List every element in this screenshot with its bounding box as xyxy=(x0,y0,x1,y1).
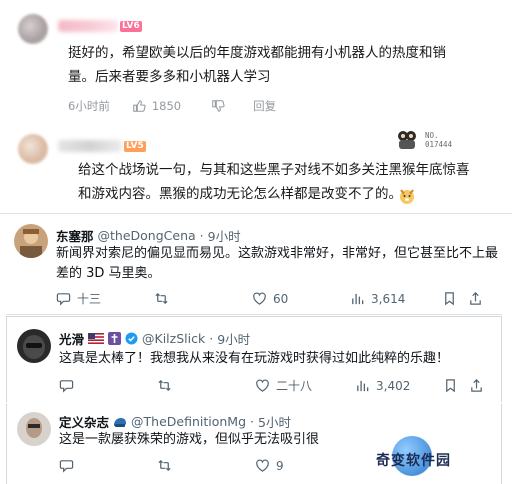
tweet-text: 这真是太棒了！我想我从来没有在玩游戏时获得过如此纯粹的乐趣！ xyxy=(59,349,499,369)
retweet-icon xyxy=(155,292,168,305)
comment-line: 给这个战场说一句，与其和这些黑子对线不如多关注黑猴年底惊喜 xyxy=(78,162,470,178)
avatar-image xyxy=(17,412,51,446)
like-count: 1850 xyxy=(151,99,182,113)
tweet-time[interactable]: 5小时 xyxy=(258,412,291,431)
tweet-time[interactable]: 9小时 xyxy=(208,226,241,245)
bili-comment-1: LV6 挺好的，希望欧美以后的年度游戏都能拥有小机器人的热度和销 量。后来者要多… xyxy=(0,0,512,122)
heart-icon xyxy=(253,292,266,305)
tweet-line: 这是一款屡获殊荣的游戏，但似乎无法吸引很 xyxy=(59,432,320,447)
display-name[interactable]: 东塞那 xyxy=(56,226,94,245)
retweet-button[interactable] xyxy=(154,291,252,306)
user-handle[interactable]: @theDongCena xyxy=(98,228,196,243)
verified-icon xyxy=(125,332,138,345)
level-badge: LV5 xyxy=(124,141,146,152)
like-button[interactable]: 9 xyxy=(255,458,315,473)
comment-meta: 6小时前 1850 回复 xyxy=(68,98,276,114)
tweet-actions: 十三 60 3,614 xyxy=(56,290,498,307)
tweet-1[interactable]: 东塞那 @theDongCena · 9小时 新闻界对索尼的偏见显而易见。这款游… xyxy=(6,214,502,315)
watermark-text: 奇变软件园 xyxy=(376,453,451,469)
like-count: 60 xyxy=(273,291,289,306)
reply-button[interactable] xyxy=(59,458,157,473)
like-button[interactable]: 60 xyxy=(252,291,350,306)
reply-icon xyxy=(59,380,74,393)
cross-icon xyxy=(108,332,122,345)
blurred-avatar[interactable] xyxy=(18,134,48,164)
bookmark-icon xyxy=(446,379,455,393)
badge-line: NO. xyxy=(425,131,439,140)
retweet-icon xyxy=(158,379,171,392)
comment-text: 给这个战场说一句，与其和这些黑子对线不如多关注黑猴年底惊喜 和游戏内容。黑猴的成… xyxy=(78,158,508,206)
tweet-actions: 9 xyxy=(59,458,359,473)
view-count: 3,614 xyxy=(371,291,406,306)
tweet-line: 新闻界对索尼的偏见显而易见。这款游戏非常好，非常好，但它甚至比不上最 xyxy=(56,246,499,261)
dog-emoji-icon xyxy=(400,189,414,204)
tweet-text: 新闻界对索尼的偏见显而易见。这款游戏非常好，非常好，但它甚至比不上最 差的 3D… xyxy=(56,244,498,284)
tweet-header: 光滑 @KilzSlick · 9小时 xyxy=(59,329,250,348)
comment-text: 挺好的，希望欧美以后的年度游戏都能拥有小机器人的热度和销 量。后来者要多多和小机… xyxy=(68,41,508,89)
avatar-image xyxy=(17,329,51,363)
retweet-button[interactable] xyxy=(157,458,255,473)
bookmark-button[interactable] xyxy=(443,378,469,393)
tweet-header: 东塞那 @theDongCena · 9小时 xyxy=(56,226,241,245)
tweet-time[interactable]: 9小时 xyxy=(217,329,250,348)
reply-button[interactable]: 回复 xyxy=(253,98,276,114)
comment-line: 量。后来者要多多和小机器人学习 xyxy=(68,69,271,85)
blurred-username[interactable] xyxy=(58,140,122,152)
like-button[interactable]: 二十八 xyxy=(255,377,355,394)
fan-badge-icon xyxy=(398,131,416,149)
tweet-2[interactable]: 光滑 @KilzSlick · 9小时 这真是太棒了！我想我从来没有在玩游戏时获… xyxy=(6,316,502,402)
views-icon xyxy=(352,293,364,305)
fan-badge-number: NO. 017444 xyxy=(425,131,452,149)
like-count: 二十八 xyxy=(276,379,313,393)
like-count: 9 xyxy=(276,458,284,473)
comment-line: 挺好的，希望欧美以后的年度游戏都能拥有小机器人的热度和销 xyxy=(68,45,446,61)
share-button[interactable] xyxy=(469,378,495,393)
blurred-avatar[interactable] xyxy=(18,14,48,44)
retweet-button[interactable] xyxy=(157,378,255,393)
views-icon xyxy=(357,380,369,392)
comment-time: 6小时前 xyxy=(68,99,110,113)
badge-line: 017444 xyxy=(425,140,453,149)
avatar[interactable] xyxy=(14,224,48,258)
heart-icon xyxy=(256,459,269,472)
avatar[interactable] xyxy=(17,329,51,363)
display-name[interactable]: 定义杂志 xyxy=(59,412,109,431)
user-handle[interactable]: @KilzSlick xyxy=(142,331,205,346)
thumb-up-icon[interactable] xyxy=(132,99,146,113)
views-button[interactable]: 3,402 xyxy=(355,378,443,393)
view-count: 3,402 xyxy=(376,378,411,393)
tweet-line: 这真是太棒了！我想我从来没有在玩游戏时获得过如此纯粹的乐趣！ xyxy=(59,351,450,366)
tweet-actions: 二十八 3,402 xyxy=(59,377,499,394)
thumb-down-icon[interactable] xyxy=(211,99,225,113)
tweet-line: 差的 3D 马里奥。 xyxy=(56,266,161,281)
reply-button[interactable]: 十三 xyxy=(56,290,154,307)
separator-dot: · xyxy=(209,331,214,346)
reply-count: 十三 xyxy=(77,292,102,306)
avatar[interactable] xyxy=(17,412,51,446)
display-name[interactable]: 光滑 xyxy=(59,329,84,348)
user-handle[interactable]: @TheDefinitionMg xyxy=(131,414,246,429)
separator-dot: · xyxy=(250,414,254,429)
retweet-icon xyxy=(158,459,171,472)
reply-button[interactable] xyxy=(59,378,157,393)
views-button[interactable]: 3,614 xyxy=(350,291,442,306)
tweet-text: 这是一款屡获殊荣的游戏，但似乎无法吸引很 xyxy=(59,430,359,450)
separator-dot: · xyxy=(199,228,204,243)
heart-icon xyxy=(256,379,269,392)
share-button[interactable] xyxy=(468,291,494,306)
share-icon xyxy=(471,379,482,392)
bookmark-icon xyxy=(445,292,454,306)
bookmark-button[interactable] xyxy=(442,291,468,306)
reply-icon xyxy=(59,460,74,473)
flag-icon xyxy=(88,333,105,344)
share-icon xyxy=(470,292,481,305)
level-badge: LV6 xyxy=(120,21,142,32)
comment-line: 和游戏内容。黑猴的成功无论怎么样都是改变不了的。 xyxy=(78,186,402,202)
reply-icon xyxy=(56,293,71,306)
avatar-image xyxy=(14,224,48,258)
blurred-username[interactable] xyxy=(58,20,118,32)
affiliate-badge-icon xyxy=(114,417,127,427)
tweet-header: 定义杂志 @TheDefinitionMg · 5小时 xyxy=(59,412,291,431)
